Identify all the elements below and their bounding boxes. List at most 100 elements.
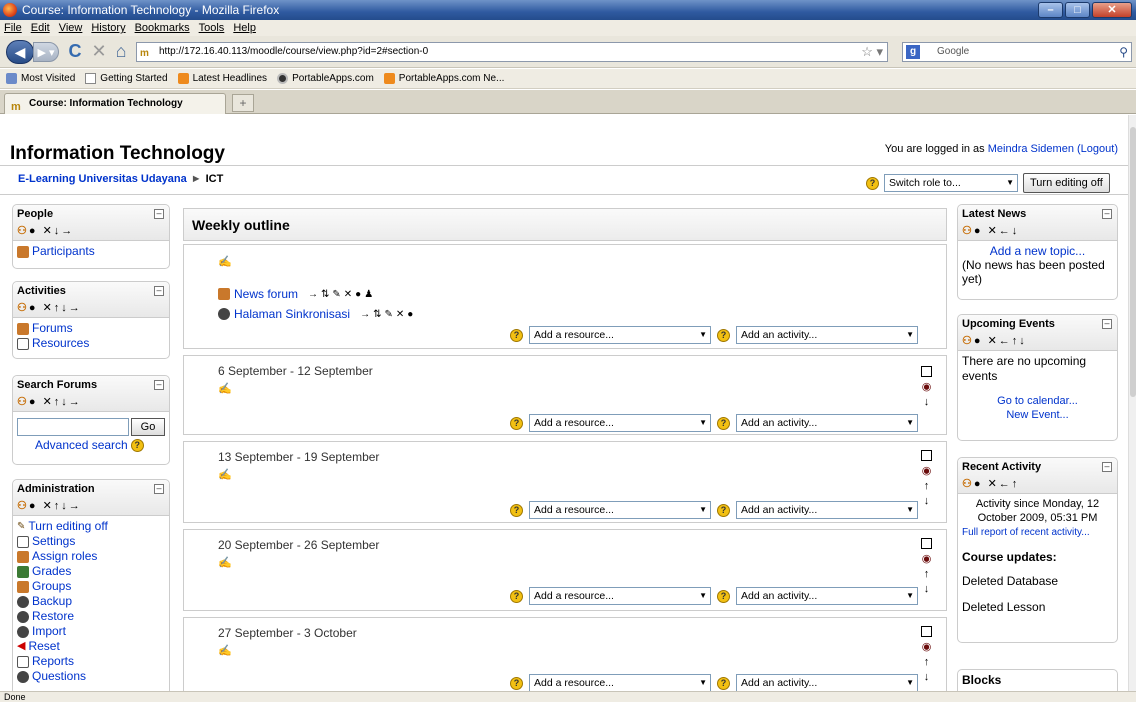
home-icon[interactable]: ⌂ — [110, 40, 132, 62]
menu-tools[interactable]: Tools — [199, 20, 225, 36]
eye-icon[interactable]: ◉ — [922, 552, 932, 565]
highlight-icon[interactable] — [921, 366, 932, 377]
add-activity-select[interactable]: Add an activity... ▼ — [736, 501, 918, 519]
move-down-icon[interactable]: ↓ — [924, 396, 930, 408]
address-bar[interactable]: m http://172.16.40.113/moodle/course/vie… — [136, 42, 888, 62]
block-controls[interactable]: ⚇● ✕←↓ — [962, 224, 1019, 237]
highlight-icon[interactable] — [921, 538, 932, 549]
bookmark-most-visited[interactable]: Most Visited — [6, 69, 75, 88]
list-item[interactable]: Participants — [17, 244, 165, 259]
admin-item[interactable]: Import — [17, 624, 165, 639]
reload-icon[interactable]: C — [64, 40, 86, 62]
move-down-icon[interactable]: ↓ — [924, 671, 930, 683]
bookmark-getting-started[interactable]: Getting Started — [85, 69, 168, 88]
edit-summary-icon[interactable]: ✍ — [218, 382, 232, 395]
new-event-link[interactable]: New Event... — [1006, 409, 1068, 421]
help-icon[interactable]: ? — [510, 589, 523, 603]
help-icon[interactable]: ? — [510, 676, 523, 690]
collapse-icon[interactable]: – — [154, 484, 164, 494]
activity-controls[interactable]: →⇅✎✕● — [360, 309, 416, 320]
collapse-icon[interactable]: – — [154, 209, 164, 219]
scrollbar-thumb[interactable] — [1130, 127, 1136, 397]
back-button[interactable]: ◀ — [6, 40, 34, 64]
tab-course[interactable]: m Course: Information Technology — [4, 93, 226, 114]
add-resource-select[interactable]: Add a resource... ▼ — [529, 414, 711, 432]
menu-bookmarks[interactable]: Bookmarks — [135, 20, 190, 36]
admin-item[interactable]: ◀ Reset — [17, 639, 165, 654]
help-icon[interactable]: ? — [717, 328, 730, 342]
add-topic-link[interactable]: Add a new topic... — [990, 244, 1085, 258]
admin-item[interactable]: Assign roles — [17, 549, 165, 564]
admin-item[interactable]: Groups — [17, 579, 165, 594]
new-tab-button[interactable]: + — [232, 94, 254, 112]
help-icon[interactable]: ? — [130, 438, 144, 452]
highlight-icon[interactable] — [921, 626, 932, 637]
admin-item[interactable]: Questions — [17, 669, 165, 684]
move-down-icon[interactable]: ↓ — [924, 583, 930, 595]
block-controls[interactable]: ⚇● ✕↑↓→ — [17, 395, 82, 408]
admin-item[interactable]: Restore — [17, 609, 165, 624]
switch-role-select[interactable]: Switch role to... ▼ — [884, 174, 1018, 192]
eye-icon[interactable]: ◉ — [922, 464, 932, 477]
go-to-calendar-link[interactable]: Go to calendar... — [997, 395, 1078, 407]
add-resource-select[interactable]: Add a resource... ▼ — [529, 326, 711, 344]
add-activity-select[interactable]: Add an activity... ▼ — [736, 414, 918, 432]
collapse-icon[interactable]: – — [1102, 209, 1112, 219]
admin-item[interactable]: Backup — [17, 594, 165, 609]
block-controls[interactable]: ⚇● ✕↓→ — [17, 224, 74, 237]
move-up-icon[interactable]: ↑ — [924, 568, 930, 580]
search-input[interactable]: g Google ⚲ — [902, 42, 1132, 62]
help-icon[interactable]: ? — [717, 503, 730, 517]
admin-item[interactable]: Grades — [17, 564, 165, 579]
collapse-icon[interactable]: – — [1102, 319, 1112, 329]
admin-item[interactable]: Settings — [17, 534, 165, 549]
add-resource-select[interactable]: Add a resource... ▼ — [529, 674, 711, 691]
add-resource-select[interactable]: Add a resource... ▼ — [529, 587, 711, 605]
block-controls[interactable]: ⚇● ✕←↑ — [962, 477, 1019, 490]
user-link[interactable]: Meindra Sidemen — [988, 143, 1074, 155]
turn-editing-off-button[interactable]: Turn editing off — [1023, 173, 1110, 193]
admin-item[interactable]: Reports — [17, 654, 165, 669]
bookmark-portableapps-news[interactable]: PortableApps.com Ne... — [383, 69, 504, 88]
full-report-link[interactable]: Full report of recent activity... — [962, 527, 1090, 538]
edit-summary-icon[interactable]: ✍ — [218, 468, 232, 481]
search-icon[interactable]: ⚲ — [1119, 43, 1128, 61]
help-icon[interactable]: ? — [717, 416, 730, 430]
eye-icon[interactable]: ◉ — [922, 380, 932, 393]
edit-summary-icon[interactable]: ✍ — [218, 644, 232, 657]
edit-summary-icon[interactable]: ✍ — [218, 556, 232, 569]
menu-file[interactable]: File — [4, 20, 22, 36]
help-icon[interactable]: ? — [717, 676, 730, 690]
vertical-scrollbar[interactable] — [1128, 115, 1136, 691]
breadcrumb-home[interactable]: E-Learning Universitas Udayana — [18, 173, 187, 185]
help-icon[interactable]: ? — [866, 176, 879, 190]
bookmark-star-icon[interactable]: ☆ ▾ — [861, 43, 883, 61]
eye-icon[interactable]: ◉ — [922, 640, 932, 653]
block-controls[interactable]: ⚇● ✕↑↓→ — [17, 301, 82, 314]
menu-view[interactable]: View — [59, 20, 83, 36]
logout-link[interactable]: (Logout) — [1077, 143, 1118, 155]
go-button[interactable]: Go — [131, 418, 165, 436]
highlight-icon[interactable] — [921, 450, 932, 461]
bookmark-portableapps[interactable]: PortableApps.com — [277, 69, 374, 88]
block-controls[interactable]: ⚇● ✕↑↓→ — [17, 499, 82, 512]
search-forums-input[interactable] — [17, 418, 129, 436]
menu-edit[interactable]: Edit — [31, 20, 50, 36]
collapse-icon[interactable]: – — [1102, 462, 1112, 472]
advanced-search-link[interactable]: Advanced search — [35, 438, 128, 452]
help-icon[interactable]: ? — [717, 589, 730, 603]
forward-button[interactable]: ▶ ▾ — [33, 42, 59, 62]
help-icon[interactable]: ? — [510, 503, 523, 517]
activity-controls[interactable]: →⇅✎✕●♟ — [308, 289, 376, 300]
close-icon[interactable]: ✕ — [1092, 2, 1132, 18]
move-down-icon[interactable]: ↓ — [924, 495, 930, 507]
menu-help[interactable]: Help — [233, 20, 256, 36]
menu-history[interactable]: History — [91, 20, 125, 36]
block-controls[interactable]: ⚇● ✕←↑↓ — [962, 334, 1027, 347]
add-activity-select[interactable]: Add an activity... ▼ — [736, 587, 918, 605]
maximize-icon[interactable]: □ — [1065, 2, 1090, 18]
list-item[interactable]: Resources — [17, 336, 165, 351]
help-icon[interactable]: ? — [510, 416, 523, 430]
help-icon[interactable]: ? — [510, 328, 523, 342]
add-activity-select[interactable]: Add an activity... ▼ — [736, 326, 918, 344]
